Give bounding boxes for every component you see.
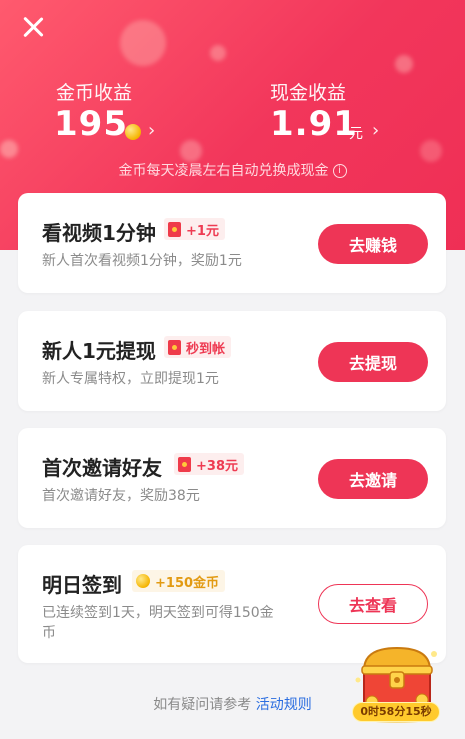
withdraw-button[interactable]: 去提现 bbox=[318, 342, 428, 382]
bokeh-decoration bbox=[180, 140, 202, 162]
reward-badge: +150金币 bbox=[132, 570, 226, 592]
reward-badge: +38元 bbox=[174, 453, 244, 475]
activity-rules-link[interactable]: 活动规则 bbox=[256, 697, 312, 713]
bokeh-decoration bbox=[420, 140, 442, 162]
task-description: 新人专属特权，立即提现1元 bbox=[42, 371, 219, 387]
exchange-notice-text: 金币每天凌晨左右自动兑换成现金 bbox=[118, 163, 329, 179]
earn-money-button[interactable]: 去赚钱 bbox=[318, 224, 428, 264]
task-title: 首次邀请好友 bbox=[42, 456, 162, 480]
reward-badge-text: +150金币 bbox=[155, 575, 220, 591]
task-description: 新人首次看视频1分钟，奖励1元 bbox=[42, 253, 242, 269]
coin-earnings-value[interactable]: 195 bbox=[54, 104, 128, 144]
reward-badge-text: +1元 bbox=[186, 223, 219, 239]
coin-icon bbox=[136, 574, 150, 588]
bokeh-decoration bbox=[210, 45, 226, 61]
task-card-withdraw: 新人1元提现 秒到帐 新人专属特权，立即提现1元 去提现 bbox=[18, 311, 446, 411]
chevron-right-icon[interactable]: › bbox=[148, 120, 155, 141]
task-title: 看视频1分钟 bbox=[42, 221, 156, 245]
reward-badge-text: +38元 bbox=[196, 458, 238, 474]
exchange-notice: 金币每天凌晨左右自动兑换成现金 i bbox=[0, 160, 465, 180]
bokeh-decoration bbox=[0, 140, 18, 158]
task-card-invite: 首次邀请好友 +38元 首次邀请好友，奖励38元 去邀请 bbox=[18, 428, 446, 528]
red-envelope-icon bbox=[168, 221, 181, 237]
chest-countdown-timer[interactable]: 0时58分15秒 bbox=[352, 702, 440, 722]
coin-earnings-label: 金币收益 bbox=[56, 82, 133, 104]
info-icon[interactable]: i bbox=[332, 164, 347, 178]
task-description-line: 已连续签到1天，明天签到可得150金 bbox=[42, 605, 274, 621]
red-envelope-icon bbox=[178, 456, 191, 472]
task-description: 已连续签到1天，明天签到可得150金 币 bbox=[42, 603, 274, 643]
task-card-watch-video: 看视频1分钟 +1元 新人首次看视频1分钟，奖励1元 去赚钱 bbox=[18, 193, 446, 293]
task-title: 明日签到 bbox=[42, 573, 122, 597]
bokeh-decoration bbox=[395, 55, 413, 73]
task-description: 首次邀请好友，奖励38元 bbox=[42, 488, 200, 504]
bokeh-decoration bbox=[120, 20, 166, 66]
task-description-line: 币 bbox=[42, 625, 56, 641]
chevron-right-icon[interactable]: › bbox=[372, 120, 379, 141]
cash-unit: 元 bbox=[349, 126, 363, 142]
red-envelope-icon bbox=[168, 339, 181, 355]
cash-earnings-label: 现金收益 bbox=[270, 82, 347, 104]
close-icon[interactable] bbox=[18, 12, 48, 42]
footer-text: 如有疑问请参考 bbox=[153, 697, 256, 713]
cash-earnings-value[interactable]: 1.91 bbox=[270, 104, 358, 144]
reward-badge-text: 秒到帐 bbox=[186, 341, 226, 357]
view-button[interactable]: 去查看 bbox=[318, 584, 428, 624]
invite-button[interactable]: 去邀请 bbox=[318, 459, 428, 499]
reward-badge: +1元 bbox=[164, 218, 225, 240]
task-title: 新人1元提现 bbox=[42, 339, 156, 363]
coin-icon bbox=[125, 124, 141, 140]
reward-badge: 秒到帐 bbox=[164, 336, 232, 358]
